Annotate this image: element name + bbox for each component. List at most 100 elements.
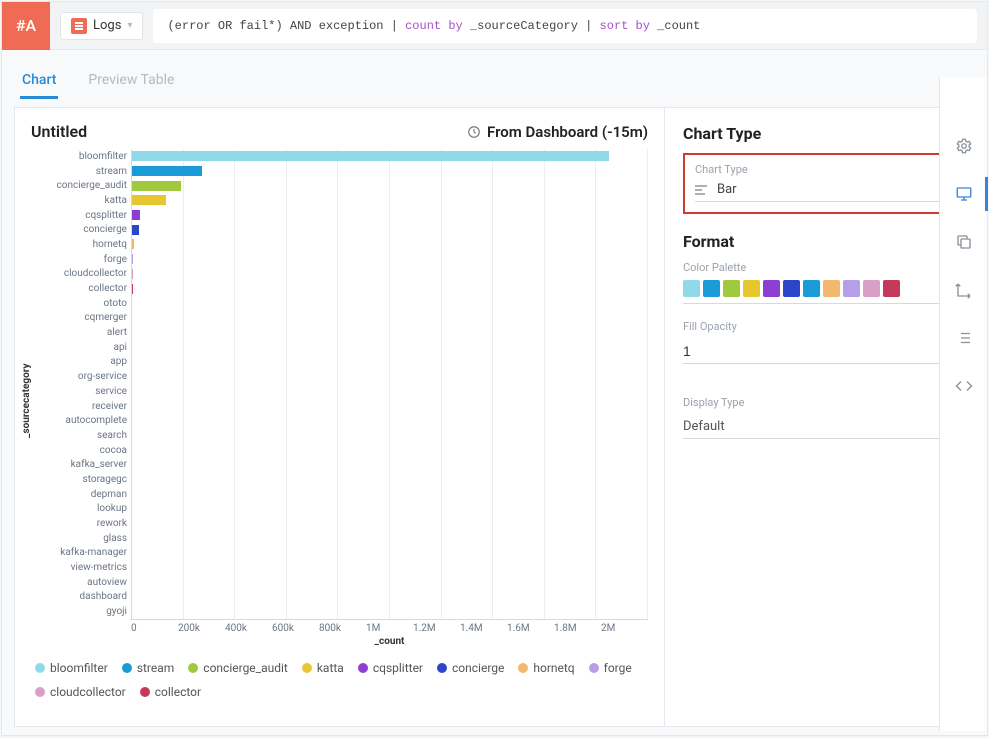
y-tick-label: service (31, 384, 131, 399)
x-tick-label: 400k (225, 620, 272, 634)
palette-swatch (703, 280, 720, 297)
x-tick-label: 1.8M (554, 620, 601, 634)
bar[interactable] (132, 166, 202, 176)
chart-title[interactable]: Untitled (31, 122, 87, 141)
legend-item[interactable]: cqsplitter (358, 661, 423, 675)
y-tick-label: concierge_audit (31, 178, 131, 193)
y-tick-label: view-metrics (31, 560, 131, 575)
color-palette-select[interactable]: ▾ (683, 280, 956, 304)
tab-chart[interactable]: Chart (20, 64, 58, 99)
legend-item[interactable]: stream (122, 661, 175, 675)
list-icon[interactable] (951, 325, 977, 351)
y-tick-label: org-service (31, 369, 131, 384)
y-tick-label: collector (31, 281, 131, 296)
palette-label: Color Palette (683, 261, 956, 274)
bar[interactable] (132, 225, 139, 235)
plot-area (131, 149, 648, 619)
clock-icon (467, 125, 481, 139)
y-tick-label: gyoji (31, 604, 131, 619)
palette-swatch (783, 280, 800, 297)
chart-type-label: Chart Type (695, 163, 944, 176)
palette-swatch (723, 280, 740, 297)
top-bar: #A Logs ▾ (error OR fail*) AND exception… (2, 2, 987, 50)
x-axis-labels: 0200k400k600k800k1M1.2M1.4M1.6M1.8M2M (131, 619, 648, 634)
y-tick-label: receiver (31, 399, 131, 414)
x-tick-label: 1.2M (413, 620, 460, 634)
y-tick-label: rework (31, 516, 131, 531)
y-tick-label: autocomplete (31, 413, 131, 428)
palette-swatch (883, 280, 900, 297)
legend-item[interactable]: katta (302, 661, 344, 675)
format-heading: Format (683, 232, 956, 251)
x-tick-label: 800k (319, 620, 366, 634)
code-icon[interactable] (951, 373, 977, 399)
x-tick-label: 2M (601, 620, 648, 634)
y-tick-label: storagegc (31, 472, 131, 487)
y-tick-label: cocoa (31, 443, 131, 458)
bar[interactable] (132, 181, 181, 191)
y-tick-label: app (31, 355, 131, 370)
tab-preview-table[interactable]: Preview Table (86, 64, 176, 99)
settings-panel: Chart Type Chart Type Bar ▾ Format Color… (664, 108, 974, 726)
y-tick-label: katta (31, 193, 131, 208)
y-tick-label: lookup (31, 502, 131, 517)
palette-swatch (843, 280, 860, 297)
legend-item[interactable]: hornetq (518, 661, 574, 675)
y-tick-label: ototo (31, 296, 131, 311)
main-panel: Untitled From Dashboard (-15m) _sourceca… (14, 107, 975, 727)
y-tick-label: autoview (31, 575, 131, 590)
display-icon[interactable] (951, 181, 977, 207)
x-tick-label: 0 (131, 620, 178, 634)
bar[interactable] (132, 195, 166, 205)
chart-type-heading: Chart Type (683, 124, 956, 143)
source-label: Logs (93, 18, 121, 33)
y-tick-label: api (31, 340, 131, 355)
palette-swatch (863, 280, 880, 297)
time-range[interactable]: From Dashboard (-15m) (467, 123, 648, 141)
bar-chart-icon (695, 184, 709, 196)
y-tick-label: glass (31, 531, 131, 546)
chart-type-section: Chart Type Bar ▾ (683, 153, 956, 214)
x-tick-label: 1M (366, 620, 413, 634)
legend-item[interactable]: concierge_audit (188, 661, 288, 675)
axes-icon[interactable] (951, 277, 977, 303)
y-tick-label: kafka-manager (31, 546, 131, 561)
palette-swatch (823, 280, 840, 297)
y-tick-label: hornetq (31, 237, 131, 252)
y-tick-label: cloudcollector (31, 267, 131, 282)
x-tick-label: 600k (272, 620, 319, 634)
y-tick-label: kafka_server (31, 457, 131, 472)
y-tick-label: dashboard (31, 590, 131, 605)
y-tick-label: alert (31, 325, 131, 340)
source-selector[interactable]: Logs ▾ (60, 12, 143, 40)
right-rail (939, 77, 987, 731)
bar[interactable] (132, 269, 133, 279)
chart-pane: Untitled From Dashboard (-15m) _sourceca… (15, 108, 664, 726)
bar[interactable] (132, 239, 134, 249)
view-tabs: Chart Preview Table (2, 64, 987, 99)
bar[interactable] (132, 254, 133, 264)
palette-swatch (743, 280, 760, 297)
legend-item[interactable]: concierge (437, 661, 504, 675)
chart-type-select[interactable]: Bar ▾ (695, 182, 944, 202)
y-axis-labels: bloomfilterstreamconcierge_auditkattacqs… (31, 149, 131, 619)
y-tick-label: cqmerger (31, 311, 131, 326)
y-tick-label: stream (31, 164, 131, 179)
copy-icon[interactable] (951, 229, 977, 255)
opacity-input[interactable] (683, 339, 956, 364)
bar[interactable] (132, 210, 140, 220)
legend-item[interactable]: cloudcollector (35, 685, 126, 699)
y-tick-label: depman (31, 487, 131, 502)
query-input[interactable]: (error OR fail*) AND exception | count b… (153, 9, 977, 43)
x-tick-label: 1.6M (507, 620, 554, 634)
y-axis-title: _sourcecategory (21, 364, 32, 439)
legend-item[interactable]: bloomfilter (35, 661, 108, 675)
bar[interactable] (132, 284, 133, 294)
legend-item[interactable]: forge (589, 661, 632, 675)
x-tick-label: 200k (178, 620, 225, 634)
y-tick-label: cqsplitter (31, 208, 131, 223)
bar[interactable] (132, 151, 609, 161)
settings-gear-icon[interactable] (951, 133, 977, 159)
display-type-select[interactable]: Default ▾ (683, 415, 956, 439)
legend-item[interactable]: collector (140, 685, 201, 699)
